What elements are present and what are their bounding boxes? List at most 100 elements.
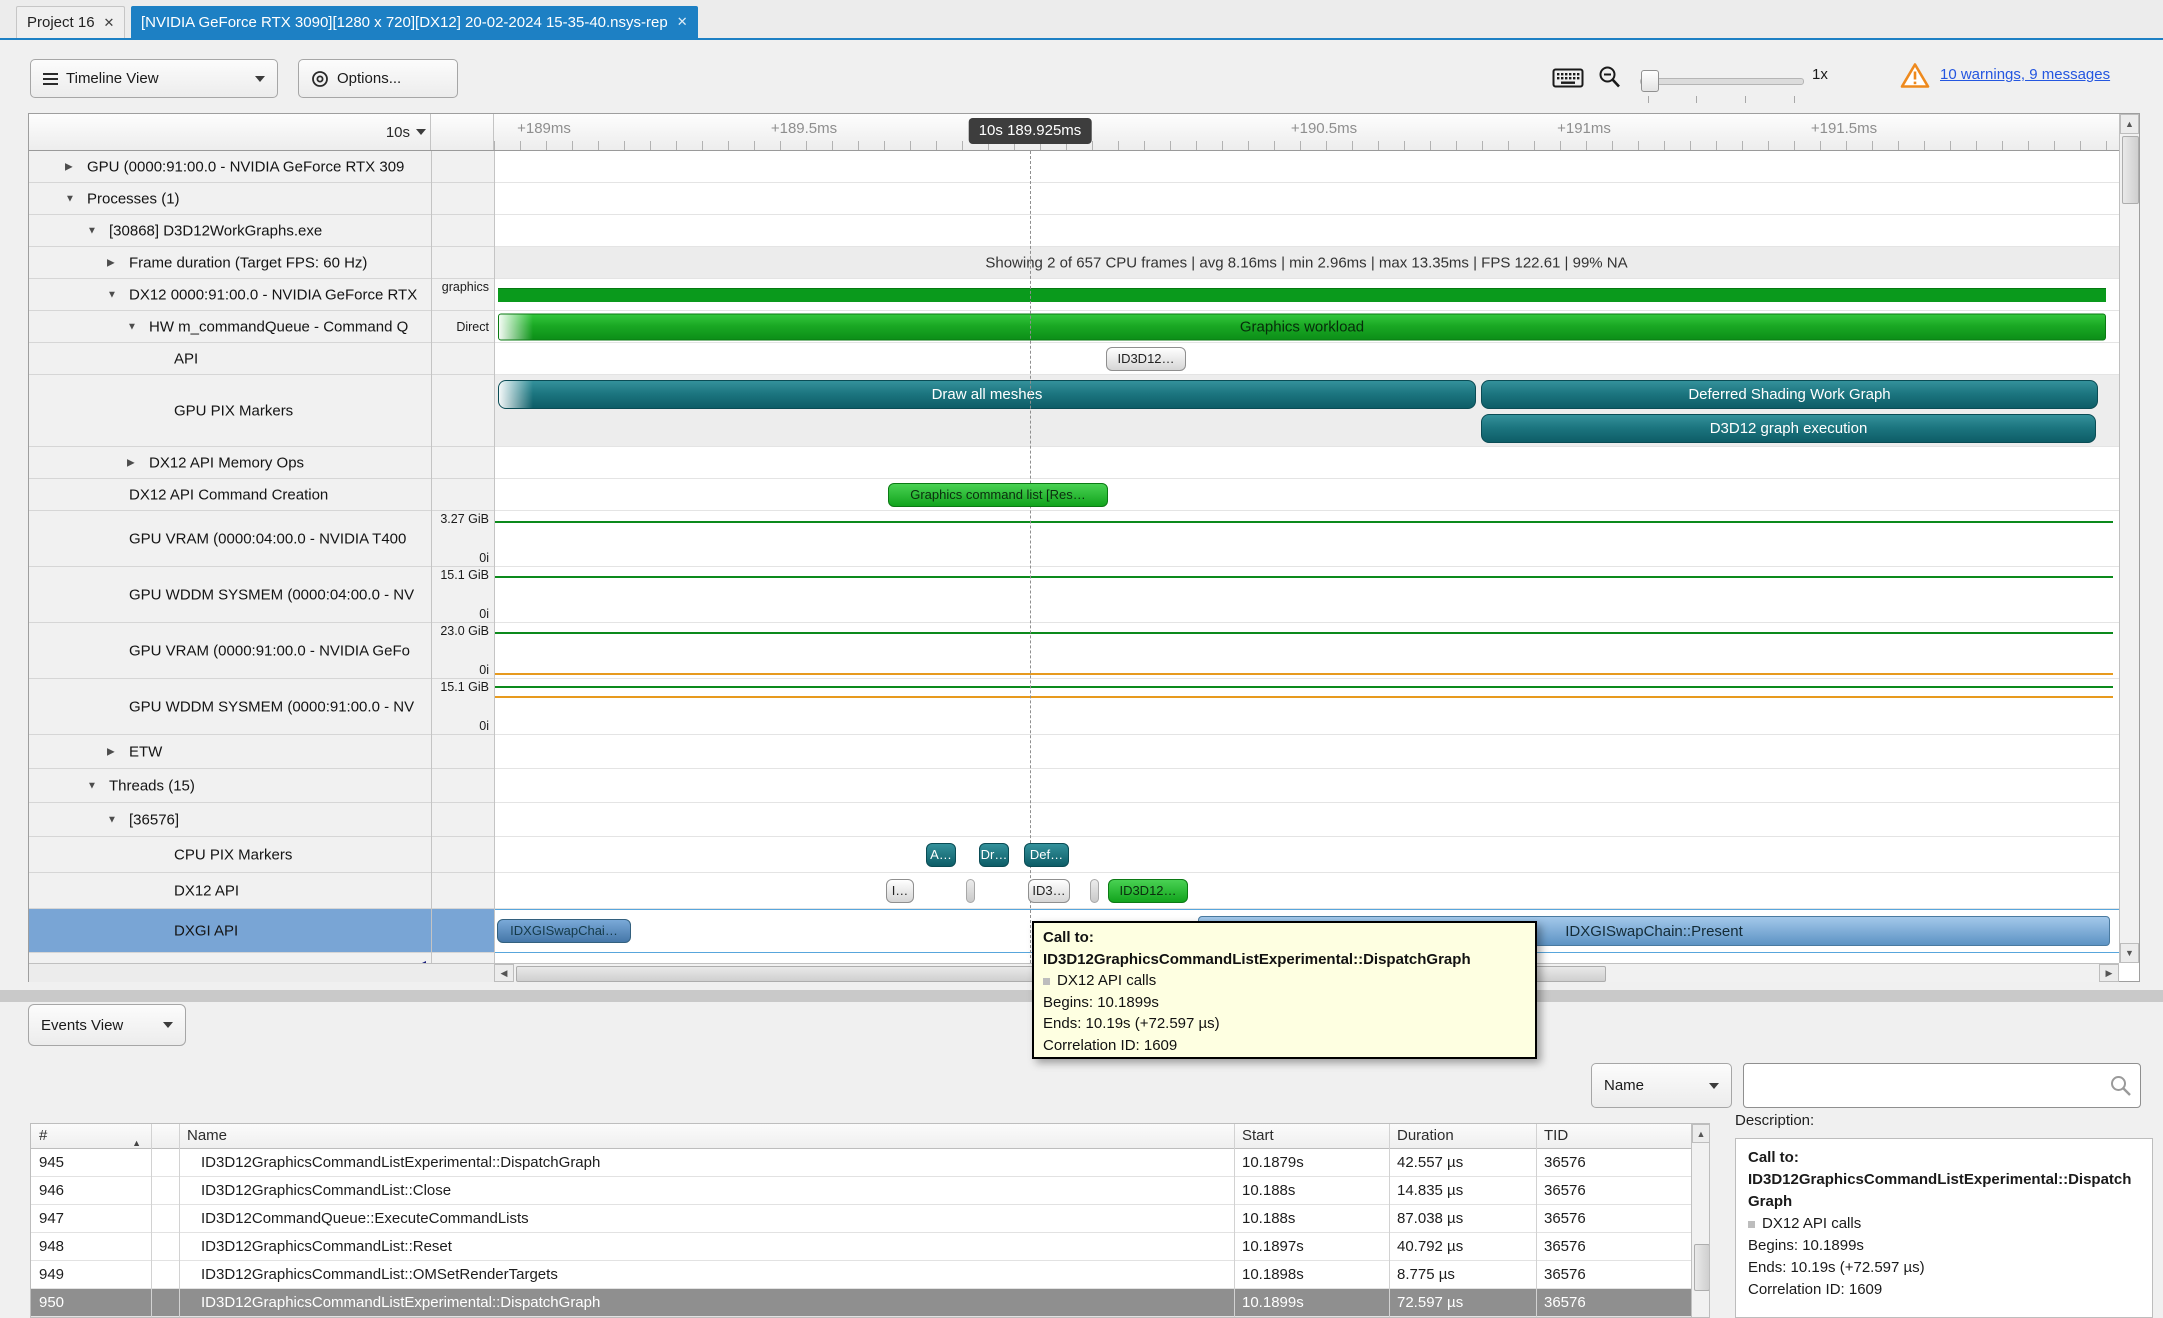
table-row-948[interactable]: 948ID3D12GraphicsCommandList::Reset10.18… [31,1233,1691,1261]
content-row-dx12-api-command-creation[interactable]: Graphics command list [Res… [494,479,2119,511]
expand-arrow-icon[interactable]: ▶ [107,257,115,268]
timeline-event-id3d12[interactable]: ID3D12… [1106,347,1186,371]
timeline-row-label-dx12-api-memory-ops[interactable]: ▶DX12 API Memory Ops [29,447,431,479]
timeline-row-label-profiler-overhead[interactable]: Profiler overhead [29,953,431,963]
content-row-dx12-api-memory-ops[interactable] [494,447,2119,479]
content-row-api[interactable]: ID3D12… [494,343,2119,375]
content-row-gpu-vram-t400[interactable] [494,511,2119,567]
timeline-row-label-hw-command-queue[interactable]: ▼HW m_commandQueue - Command Q [29,311,431,343]
collapse-arrow-icon[interactable]: ▼ [65,193,75,204]
keyboard-icon[interactable] [1552,66,1584,90]
zoom-slider-track[interactable] [1640,78,1804,85]
timeline-event-id3d12[interactable]: ID3D12… [1108,879,1188,903]
events-scrollbar-thumb[interactable] [1694,1244,1710,1291]
expand-arrow-icon[interactable]: ▶ [127,457,135,468]
timeline-row-label-cpu-pix-markers[interactable]: CPU PIX Markers [29,837,431,873]
timeline-row-label-gpu-wddm-sysmem-3090[interactable]: GPU WDDM SYSMEM (0000:91:00.0 - NV [29,679,431,735]
content-row-dx12-device[interactable] [494,279,2119,311]
collapse-arrow-icon[interactable]: ▼ [107,814,117,825]
timeline-row-label-etw[interactable]: ▶ETW [29,735,431,769]
zoom-out-icon[interactable] [1597,64,1623,91]
scroll-up-button[interactable]: ▲ [1692,1124,1710,1143]
timeline-row-label-threads[interactable]: ▼Threads (15) [29,769,431,803]
timeline-event-graphics-command-list-res[interactable]: Graphics command list [Res… [888,483,1108,507]
timeline-row-label-thread-36576[interactable]: ▼[36576] [29,803,431,837]
scroll-down-button[interactable]: ▼ [2120,943,2139,963]
sort-asc-icon[interactable]: ▲ [132,1131,141,1149]
tab-project[interactable]: Project 16 ✕ [16,6,125,38]
timeline-row-label-dx12-api-thread[interactable]: DX12 API [29,873,431,909]
collapse-arrow-icon[interactable]: ▼ [87,225,97,236]
timeline-event-d3d12-graph-execution[interactable]: D3D12 graph execution [1481,414,2096,443]
timeline-event-id3[interactable]: ID3… [1028,879,1070,903]
timeline-event-i[interactable]: I… [886,879,914,903]
content-row-dx12-api-thread[interactable]: I… ID3… ID3D12… [494,873,2119,909]
scroll-left-button[interactable]: ◀ [494,964,514,982]
collapse-arrow-icon[interactable]: ▼ [127,321,137,332]
timeline-row-label-dx12-device[interactable]: ▼DX12 0000:91:00.0 - NVIDIA GeForce RTX [29,279,431,311]
view-selector-dropdown[interactable]: Timeline View [30,59,278,98]
column-divider[interactable] [1234,1124,1235,1317]
search-input[interactable] [1750,1068,2104,1105]
timeline-event-draw-all-meshes[interactable]: Draw all meshes [498,380,1476,409]
timeline-event-sliver[interactable] [1090,879,1099,903]
tab-report[interactable]: [NVIDIA GeForce RTX 3090][1280 x 720][DX… [131,6,698,38]
column-divider[interactable] [1536,1124,1537,1317]
column-header-name[interactable]: Name [179,1124,1234,1149]
timeline-row-label-gpu-vram-3090[interactable]: GPU VRAM (0000:91:00.0 - NVIDIA GeFo [29,623,431,679]
content-row-gpu-wddm-sysmem-t400[interactable] [494,567,2119,623]
column-header-tid[interactable]: TID [1536,1124,1691,1149]
timeline-row-label-dxgi-api[interactable]: DXGI API [29,909,431,953]
timeline-row-label-gpu-91[interactable]: ▶GPU (0000:91:00.0 - NVIDIA GeForce RTX … [29,151,431,183]
timeline-row-label-gpu-wddm-sysmem-t400[interactable]: GPU WDDM SYSMEM (0000:04:00.0 - NV [29,567,431,623]
events-table-scrollbar[interactable]: ▲ [1691,1124,1710,1317]
content-row-thread-36576[interactable] [494,803,2119,837]
timeline-row-label-frame-duration[interactable]: ▶Frame duration (Target FPS: 60 Hz) [29,247,431,279]
collapse-arrow-icon[interactable]: ▼ [107,289,117,300]
options-button[interactable]: Options... [298,59,458,98]
expand-arrow-icon[interactable]: ▶ [107,746,115,757]
timeline-row-label-process-30868[interactable]: ▼[30868] D3D12WorkGraphs.exe [29,215,431,247]
content-row-frame-duration[interactable]: Showing 2 of 657 CPU frames | avg 8.16ms… [494,247,2119,279]
content-row-threads[interactable] [494,769,2119,803]
events-view-dropdown[interactable]: Events View [28,1004,186,1046]
content-row-gpu-vram-3090[interactable] [494,623,2119,679]
timeline-event-idxgiswapchai[interactable]: IDXGISwapChai… [497,919,631,943]
timeline-event-a[interactable]: A… [926,843,956,867]
warnings-messages-link[interactable]: 10 warnings, 9 messages [1940,66,2110,83]
close-icon[interactable]: ✕ [677,14,688,30]
pane-divider[interactable] [494,151,495,963]
timeline-event-thin[interactable] [498,288,2106,302]
table-row-945[interactable]: 945ID3D12GraphicsCommandListExperimental… [31,1149,1691,1177]
ruler-scale-selector[interactable]: 10s [29,114,431,150]
timeline-event-def[interactable]: Def… [1024,843,1069,867]
timeline-row-label-gpu-vram-t400[interactable]: GPU VRAM (0000:04:00.0 - NVIDIA T400 [29,511,431,567]
timeline-row-label-api[interactable]: API [29,343,431,375]
column-header-event[interactable]: #▲ [31,1124,151,1149]
column-header-start[interactable]: Start [1234,1124,1389,1149]
column-divider[interactable] [151,1124,152,1317]
timeline-event-dr[interactable]: Dr… [979,843,1009,867]
table-row-946[interactable]: 946ID3D12GraphicsCommandList::Close10.18… [31,1177,1691,1205]
column-header-duration[interactable]: Duration [1389,1124,1536,1149]
timeline-event-sliver[interactable] [966,879,975,903]
content-row-hw-command-queue[interactable]: Graphics workload [494,311,2119,343]
zoom-slider-handle[interactable] [1641,70,1659,92]
expand-arrow-icon[interactable]: ▶ [65,161,73,172]
content-row-gpu-91[interactable] [494,151,2119,183]
timeline-row-label-gpu-pix-markers[interactable]: GPU PIX Markers [29,375,431,447]
content-row-gpu-wddm-sysmem-3090[interactable] [494,679,2119,735]
timeline-event-deferred-shading-work-graph[interactable]: Deferred Shading Work Graph [1481,380,2098,409]
content-row-cpu-pix-markers[interactable]: A… Dr… Def… [494,837,2119,873]
content-row-processes[interactable] [494,183,2119,215]
pane-divider[interactable] [431,151,432,963]
scroll-up-button[interactable]: ▲ [2120,114,2139,134]
content-row-gpu-pix-markers[interactable]: Draw all meshesDeferred Shading Work Gra… [494,375,2119,447]
filter-field-dropdown[interactable]: Name [1591,1063,1732,1108]
table-row-947[interactable]: 947ID3D12CommandQueue::ExecuteCommandLis… [31,1205,1691,1233]
content-row-process-30868[interactable] [494,215,2119,247]
table-row-949[interactable]: 949ID3D12GraphicsCommandList::OMSetRende… [31,1261,1691,1289]
scroll-right-button[interactable]: ▶ [2099,964,2119,982]
vertical-scrollbar-thumb[interactable] [2122,136,2139,204]
content-row-etw[interactable] [494,735,2119,769]
